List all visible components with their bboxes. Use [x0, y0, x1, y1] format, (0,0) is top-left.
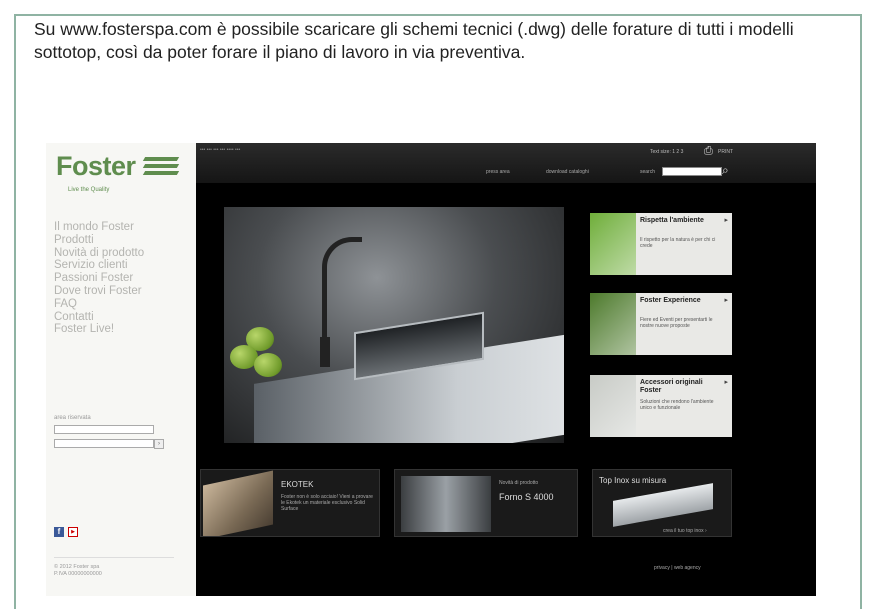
logo-text: Foster [56, 151, 136, 181]
left-sidebar: Foster Live the Quality Il mondo Foster … [46, 143, 196, 596]
promo-thumbnail [590, 213, 636, 275]
promo-title: Rispetta l'ambiente [640, 217, 704, 224]
nav-press-area[interactable]: press area [486, 169, 510, 175]
copyright-block: © 2012 Foster spa P.IVA 00000000000 [54, 557, 174, 578]
chevron-right-icon: ▸ [724, 297, 728, 304]
forno-label: Novità di prodotto [499, 480, 539, 486]
hero-image [224, 207, 564, 443]
menu-item-contatti[interactable]: Contatti [54, 311, 144, 324]
search-label: search [640, 169, 656, 175]
menu-item-faq[interactable]: FAQ [54, 298, 144, 311]
menu-item-servizio-clienti[interactable]: Servizio clienti [54, 259, 144, 272]
promo-ambiente[interactable]: Rispetta l'ambiente Il rispetto per la n… [590, 213, 732, 275]
main-area: ••• ••• ••• ••• •••• ••• Text size: 1 2 … [196, 143, 816, 596]
promo-thumbnail [590, 375, 636, 437]
ekotek-box[interactable]: EKOTEK Foster non è solo acciaio! Vieni … [200, 469, 380, 537]
hero-lime [254, 353, 282, 377]
promo-text: Il rispetto per la natura è per chi ci c… [640, 237, 716, 249]
menu-item-foster-live[interactable]: Foster Live! [54, 323, 144, 336]
logo-tagline: Live the Quality [68, 187, 110, 193]
top-inox-title: Top Inox su misura [599, 476, 667, 485]
figure-caption: Su www.fosterspa.com è possibile scarica… [34, 19, 794, 62]
top-inox-image [613, 483, 713, 527]
reserved-area-label: area riservata [54, 415, 91, 421]
top-inox-link[interactable]: crea il tuo top inox › [663, 528, 707, 534]
printer-icon[interactable]: ⎙ [704, 145, 713, 158]
chevron-right-icon: ▸ [724, 217, 728, 224]
ekotek-image [203, 470, 273, 536]
password-input[interactable] [54, 439, 154, 448]
social-links: f ▶ [54, 527, 78, 537]
foster-logo[interactable]: Foster Live the Quality [56, 151, 180, 193]
forno-box[interactable]: Novità di prodotto Forno S 4000 [394, 469, 578, 537]
promo-experience[interactable]: Foster Experience Fiere ed Eventi per pr… [590, 293, 732, 355]
promo-accessori[interactable]: Accessori originali Foster Soluzioni che… [590, 375, 732, 437]
breadcrumb: ••• ••• ••• ••• •••• ••• [200, 147, 241, 153]
vat-text: P.IVA 00000000000 [54, 571, 102, 577]
hero-tap-base [320, 337, 330, 367]
promo-title: Accessori originali Foster [640, 379, 703, 394]
search-icon[interactable]: ⌕ [722, 163, 729, 178]
username-input[interactable] [54, 425, 154, 434]
forno-image [401, 476, 491, 532]
menu-item-passioni[interactable]: Passioni Foster [54, 272, 144, 285]
promo-text: Fiere ed Eventi per presentarti le nostr… [640, 317, 713, 329]
ekotek-text: Foster non è solo acciaio! Vieni a prova… [281, 494, 373, 512]
website-screenshot: Foster Live the Quality Il mondo Foster … [46, 143, 816, 596]
promo-title: Foster Experience [640, 297, 701, 304]
menu-item-novita[interactable]: Novità di prodotto [54, 247, 144, 260]
nav-download-cataloghi[interactable]: download cataloghi [546, 169, 589, 175]
menu-item-il-mondo-foster[interactable]: Il mondo Foster [54, 221, 144, 234]
login-go-button[interactable]: › [154, 439, 164, 449]
youtube-icon[interactable]: ▶ [68, 527, 78, 537]
footer-credits-link[interactable]: web agency [674, 565, 701, 571]
top-bar: ••• ••• ••• ••• •••• ••• Text size: 1 2 … [196, 143, 816, 183]
ekotek-title: EKOTEK [281, 480, 314, 489]
print-label[interactable]: PRINT [718, 149, 733, 155]
menu-item-dove-trovi[interactable]: Dove trovi Foster [54, 285, 144, 298]
facebook-icon[interactable]: f [54, 527, 64, 537]
logo-stripes-icon [142, 157, 180, 175]
hero-tap [322, 237, 362, 347]
promo-thumbnail [590, 293, 636, 355]
top-inox-box[interactable]: Top Inox su misura crea il tuo top inox … [592, 469, 732, 537]
menu-item-prodotti[interactable]: Prodotti [54, 234, 144, 247]
main-menu: Il mondo Foster Prodotti Novità di prodo… [54, 221, 144, 336]
text-size-control[interactable]: Text size: 1 2 3 [650, 149, 683, 155]
copyright-text: © 2012 Foster spa [54, 564, 100, 570]
chevron-right-icon: ▸ [724, 379, 728, 386]
forno-title: Forno S 4000 [499, 492, 554, 502]
promo-text: Soluzioni che rendono l'ambiente unico e… [640, 399, 714, 411]
footer-links: privacy | web agency [654, 565, 701, 571]
footer-privacy-link[interactable]: privacy [654, 565, 670, 571]
search-input[interactable] [662, 167, 722, 176]
